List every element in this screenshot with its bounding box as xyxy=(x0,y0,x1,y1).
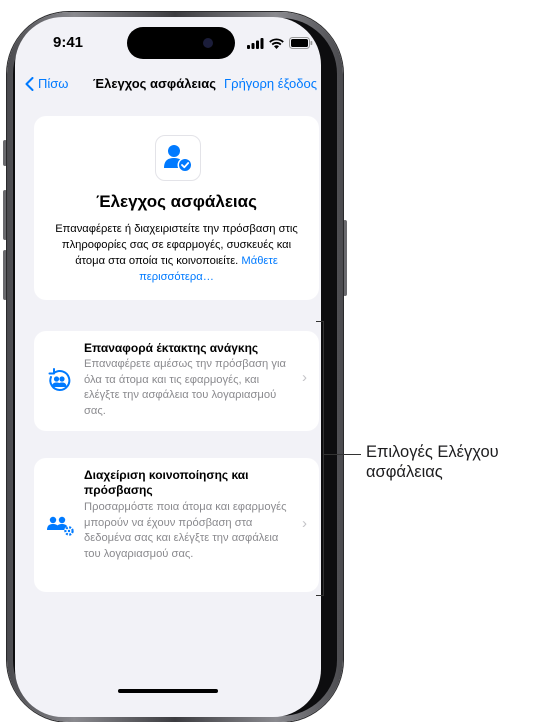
status-icons xyxy=(247,37,313,49)
dynamic-island xyxy=(127,27,235,59)
option-description: Προσαρμόστε ποια άτομα και εφαρμογές μπο… xyxy=(84,501,287,560)
status-time: 9:41 xyxy=(53,34,84,51)
chevron-right-icon: › xyxy=(302,369,307,386)
safety-check-icon xyxy=(155,135,201,181)
back-label: Πίσω xyxy=(38,76,69,91)
chevron-left-icon xyxy=(25,76,34,91)
home-indicator[interactable] xyxy=(118,689,218,693)
hero-title: Έλεγχος ασφάλειας xyxy=(96,192,257,211)
emergency-reset-option[interactable]: Επαναφορά έκτακτης ανάγκης Επαναφέρετε α… xyxy=(34,331,319,431)
option-title: Διαχείριση κοινοποίησης και πρόσβασης xyxy=(84,468,249,497)
back-button[interactable]: Πίσω xyxy=(25,76,68,91)
option-description: Επαναφέρετε αμέσως την πρόσβαση για όλα … xyxy=(84,358,286,417)
page-title: Έλεγχος ασφάλειας xyxy=(93,76,216,91)
callout-bracket xyxy=(316,321,324,596)
signal-icon xyxy=(247,37,264,49)
emergency-reset-icon xyxy=(44,366,74,396)
power-button[interactable] xyxy=(343,220,347,296)
quick-exit-button[interactable]: Γρήγορη έξοδος xyxy=(224,76,317,91)
phone-screen: 9:41 Πίσω Έλεγχος ασφάλειας Γρήγορη έξοδ… xyxy=(15,17,321,717)
callout-leader-line xyxy=(323,454,361,455)
hero-description: Επαναφέρετε ή διαχειριστείτε την πρόσβασ… xyxy=(46,221,307,285)
manage-sharing-option[interactable]: Διαχείριση κοινοποίησης και πρόσβασης Πρ… xyxy=(34,458,319,592)
front-camera xyxy=(203,38,213,48)
manage-sharing-icon xyxy=(44,510,74,540)
wifi-icon xyxy=(269,37,284,49)
hero-card: Έλεγχος ασφάλειας Επαναφέρετε ή διαχειρι… xyxy=(34,116,319,300)
battery-icon xyxy=(289,37,313,49)
callout-label: Επιλογές Ελέγχου ασφάλειας xyxy=(366,443,499,481)
navigation-bar: Πίσω Έλεγχος ασφάλειας Γρήγορη έξοδος xyxy=(15,73,321,97)
chevron-right-icon: › xyxy=(302,515,307,532)
option-title: Επαναφορά έκτακτης ανάγκης xyxy=(84,341,259,355)
